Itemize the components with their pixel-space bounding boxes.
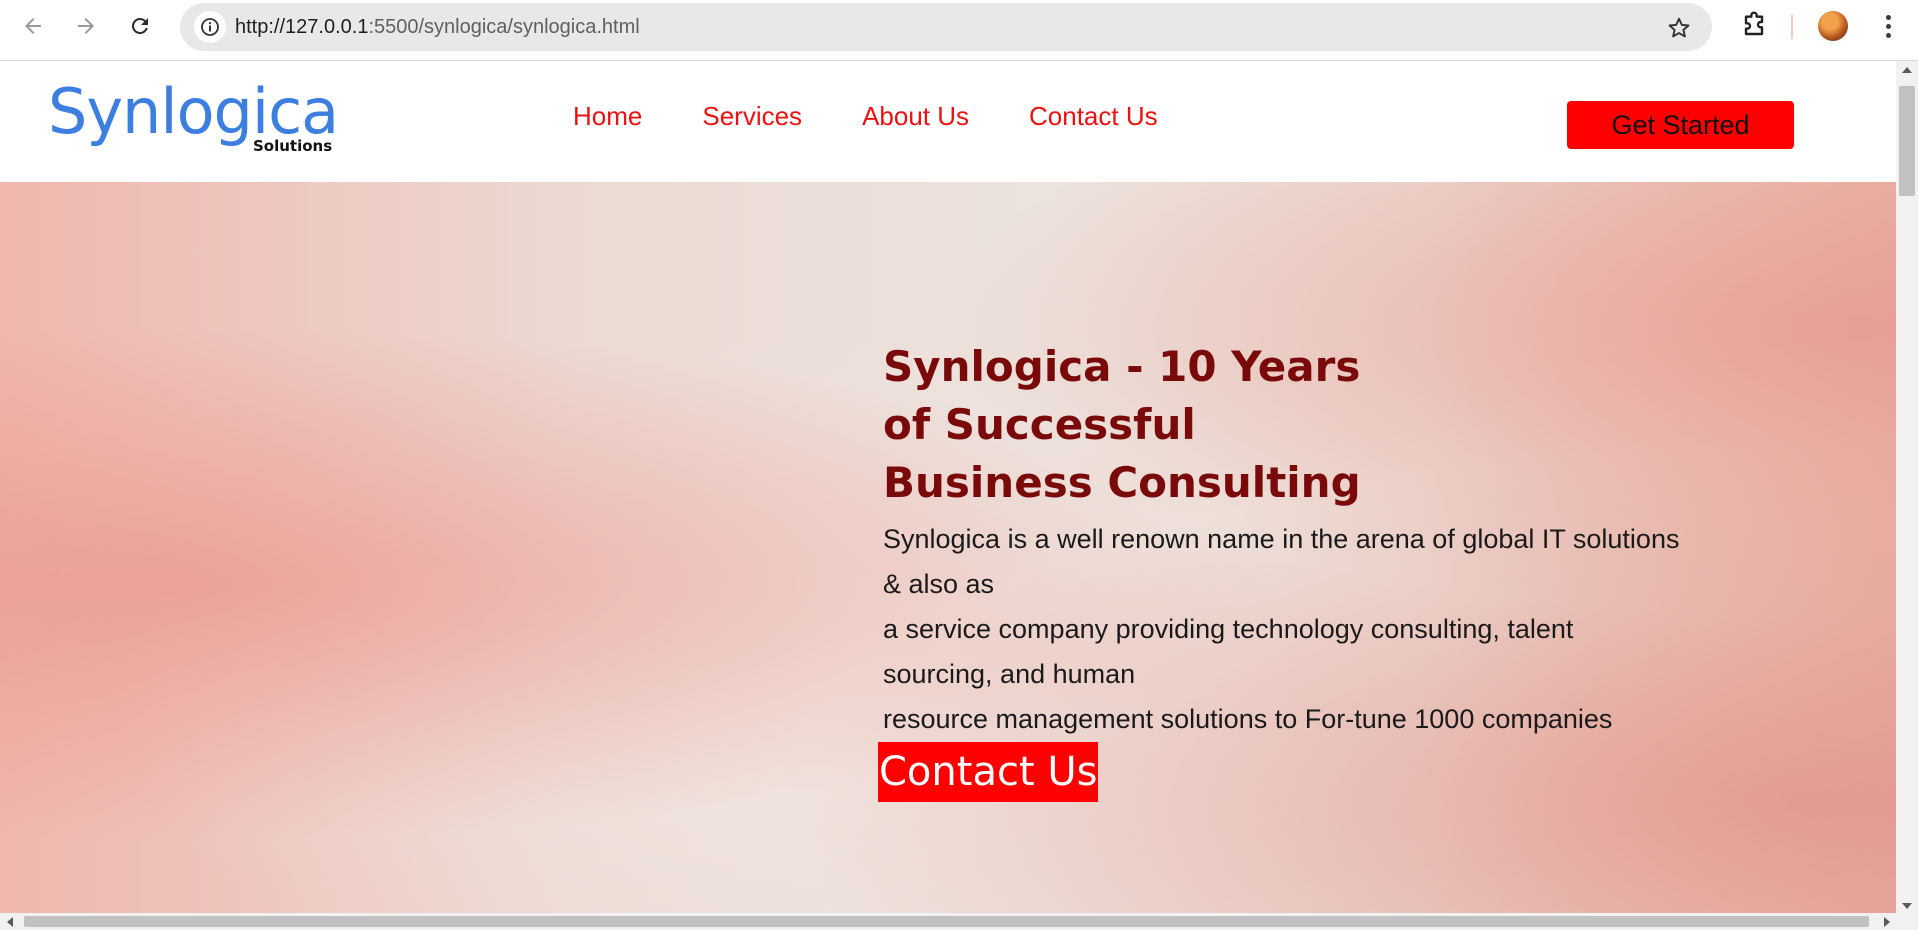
scroll-left-arrow-icon[interactable] [7,917,13,927]
get-started-button[interactable]: Get Started [1567,101,1794,149]
url-host: http://127.0.0.1 [235,16,369,38]
bookmark-button[interactable] [1666,15,1692,41]
star-icon [1668,17,1690,38]
url-path: :5500/synlogica/synlogica.html [368,16,640,38]
nav-link-services[interactable]: Services [702,101,802,132]
hero-description-line: Synlogica is a well renown name in the a… [883,524,1680,554]
hero-title-line: Synlogica - 10 Years [883,342,1361,391]
address-bar[interactable]: http://127.0.0.1:5500/synlogica/synlogic… [180,3,1712,51]
scroll-down-arrow-icon[interactable] [1902,903,1912,909]
info-icon [201,18,219,36]
page-viewport: Synlogica Solutions Home Services About … [0,61,1896,913]
hero-description-line: resource management solutions to For-tun… [883,704,1613,734]
vertical-scrollbar[interactable] [1896,61,1918,913]
hero-title-line: of Successful [883,400,1196,449]
arrow-right-icon [78,18,94,34]
scroll-right-arrow-icon[interactable] [1884,917,1890,927]
site-info-button[interactable] [194,11,226,43]
more-vertical-icon[interactable] [1876,10,1900,42]
hero-title: Synlogica - 10 Years of Successful Busin… [883,338,1403,512]
logo[interactable]: Synlogica Solutions [48,81,348,161]
horizontal-scrollbar[interactable] [0,913,1918,930]
hero-description-line: sourcing, and human [883,659,1136,689]
hero-description-line: & also as [883,569,995,599]
toolbar-divider [1791,15,1793,39]
logo-wordmark: Synlogica [48,75,339,148]
hero-section: Synlogica - 10 Years of Successful Busin… [0,182,1896,913]
vertical-scroll-thumb[interactable] [1899,86,1915,196]
hero-title-line: Business Consulting [883,458,1361,507]
reload-button[interactable] [124,10,156,42]
forward-button[interactable] [70,10,102,42]
horizontal-scroll-thumb[interactable] [24,916,1869,927]
main-nav: Home Services About Us Contact Us [573,101,1218,132]
extensions-button[interactable] [1738,10,1770,42]
url-text[interactable]: http://127.0.0.1:5500/synlogica/synlogic… [235,16,640,39]
hero-description: Synlogica is a well renown name in the a… [883,517,1783,742]
nav-link-about-us[interactable]: About Us [862,101,969,132]
reload-icon [131,17,148,34]
scroll-up-arrow-icon[interactable] [1902,67,1912,73]
site-header: Synlogica Solutions Home Services About … [0,61,1896,182]
hero-description-line: a service company providing technology c… [883,614,1574,644]
browser-toolbar: http://127.0.0.1:5500/synlogica/synlogic… [0,0,1918,61]
contact-us-button[interactable]: Contact Us [878,742,1099,802]
logo-subtitle: Solutions [253,137,333,155]
arrow-left-icon [25,18,41,34]
puzzle-icon [1744,11,1764,36]
back-button[interactable] [17,10,49,42]
nav-link-home[interactable]: Home [573,101,642,132]
nav-link-contact-us[interactable]: Contact Us [1029,101,1158,132]
avatar[interactable] [1818,11,1848,41]
